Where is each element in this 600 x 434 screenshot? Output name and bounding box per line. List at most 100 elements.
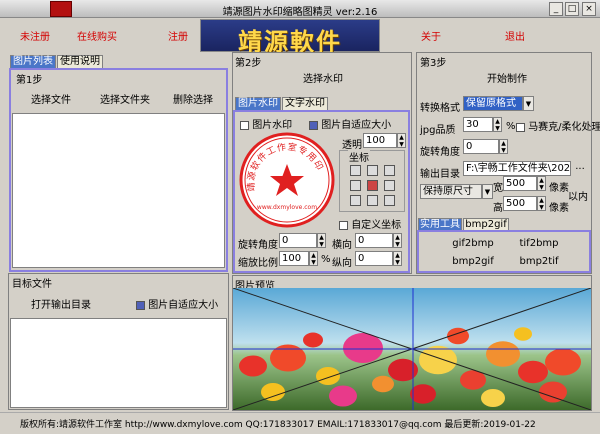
- title-bar: 靖源图片水印缩略图精灵 ver:2.16 _ □ ×: [0, 0, 600, 18]
- position-bottom-left[interactable]: [350, 195, 361, 206]
- menu-unregistered[interactable]: 未注册: [0, 28, 70, 44]
- target-panel: 目标文件 打开输出目录 图片自适应大小: [8, 273, 229, 410]
- position-bottom-center[interactable]: [367, 195, 378, 206]
- jpg-quality-spinner[interactable]: ▲ ▼: [493, 117, 502, 132]
- width-spinner[interactable]: ▲ ▼: [537, 176, 546, 191]
- format-select[interactable]: 保留原格式: [463, 96, 523, 111]
- transparency-spinner[interactable]: ▲ ▼: [397, 133, 406, 148]
- step1-label: 第1步: [16, 75, 43, 86]
- unchecked-icon: [516, 122, 525, 132]
- menu-about[interactable]: 关于: [396, 28, 466, 44]
- window-title: 靖源图片水印缩略图精灵 ver:2.16: [222, 7, 378, 18]
- wm-auto-fit-label: 图片自适应大小: [321, 120, 392, 131]
- custom-coords-checkbox[interactable]: 自定义坐标: [339, 216, 401, 231]
- open-output-folder-button[interactable]: 打开输出目录: [27, 296, 95, 311]
- preview-image[interactable]: [233, 288, 591, 410]
- delete-selection-button[interactable]: 删除选择: [163, 91, 223, 106]
- format-dropdown-icon[interactable]: ▼: [523, 96, 534, 111]
- rotate-spinner[interactable]: ▲ ▼: [499, 139, 508, 154]
- select-folder-button[interactable]: 选择文件夹: [89, 91, 161, 106]
- rotation-spinner[interactable]: ▲ ▼: [317, 233, 326, 248]
- tab-image-list[interactable]: 图片列表: [10, 55, 56, 68]
- target-file-list[interactable]: [10, 318, 227, 408]
- browse-button[interactable]: ...: [572, 161, 588, 176]
- tulip-icon: [481, 389, 505, 407]
- size-mode-dropdown-icon[interactable]: ▼: [482, 184, 493, 199]
- rotate-input[interactable]: 0: [463, 139, 499, 154]
- tif2bmp-button[interactable]: tif2bmp: [509, 238, 569, 249]
- position-center[interactable]: [367, 180, 378, 191]
- jpg-quality-input[interactable]: 30: [463, 117, 493, 132]
- height-input[interactable]: 500: [503, 196, 537, 211]
- size-mode-select[interactable]: 保持原尺寸: [420, 184, 482, 199]
- vertical-spinner[interactable]: ▲ ▼: [393, 251, 402, 266]
- utilities-panel: gif2bmp tif2bmp bmp2gif bmp2tif: [417, 230, 591, 273]
- rotation-label: 旋转角度: [238, 240, 278, 251]
- scale-input[interactable]: 100: [279, 251, 309, 266]
- brand-banner: 靖源軟件: [200, 19, 380, 56]
- horizontal-label: 横向: [332, 240, 352, 251]
- image-watermark-label: 图片水印: [252, 120, 293, 131]
- wm-auto-fit-checkbox[interactable]: 图片自适应大小: [309, 116, 391, 131]
- height-unit: 像素: [549, 203, 569, 214]
- tab-instructions[interactable]: 使用说明: [57, 55, 103, 68]
- gif2bmp-button[interactable]: gif2bmp: [443, 238, 503, 249]
- scale-label: 缩放比例: [238, 258, 278, 269]
- tulip-icon: [316, 367, 340, 385]
- horizontal-input[interactable]: 0: [355, 233, 393, 248]
- width-unit: 像素: [549, 183, 569, 194]
- vertical-label: 纵向: [332, 258, 352, 269]
- tulip-icon: [545, 348, 581, 376]
- position-top-center[interactable]: [367, 165, 378, 176]
- transparency-input[interactable]: 100: [363, 133, 397, 148]
- height-spinner[interactable]: ▲ ▼: [537, 196, 546, 211]
- minimize-icon[interactable]: _: [549, 2, 563, 16]
- position-middle-right[interactable]: [384, 180, 395, 191]
- tulip-icon: [419, 345, 457, 375]
- image-file-list[interactable]: [12, 113, 225, 268]
- step2-label: 第2步: [235, 58, 262, 69]
- vertical-input[interactable]: 0: [355, 251, 393, 266]
- target-auto-fit-checkbox[interactable]: 图片自适应大小: [136, 296, 218, 311]
- position-top-right[interactable]: [384, 165, 395, 176]
- select-watermark-button[interactable]: 选择水印: [288, 70, 358, 85]
- tulip-icon: [410, 384, 436, 404]
- tulip-icon: [518, 360, 548, 384]
- width-input[interactable]: 500: [503, 176, 537, 191]
- select-file-button[interactable]: 选择文件: [19, 91, 83, 106]
- rotate-label: 旋转角度: [420, 147, 460, 158]
- bmp2tif-button[interactable]: bmp2tif: [509, 256, 569, 267]
- format-label: 转换格式: [420, 103, 460, 114]
- target-auto-fit-label: 图片自适应大小: [148, 300, 219, 311]
- horizontal-spinner[interactable]: ▲ ▼: [393, 233, 402, 248]
- checked-icon: [309, 120, 318, 130]
- unchecked-icon: [240, 120, 249, 130]
- maximize-icon[interactable]: □: [565, 2, 579, 16]
- preview-panel: 图片预览: [232, 275, 592, 411]
- position-bottom-right[interactable]: [384, 195, 395, 206]
- output-dir-input[interactable]: F:\宇畅工作文件夹\202: [463, 161, 571, 176]
- menu-buy-online[interactable]: 在线购买: [62, 28, 132, 44]
- jpg-quality-label: jpg品质: [420, 125, 456, 136]
- jpg-quality-unit: %: [506, 121, 516, 132]
- position-top-left[interactable]: [350, 165, 361, 176]
- tulip-icon: [486, 341, 520, 367]
- start-button[interactable]: 开始制作: [472, 70, 542, 85]
- tulip-icon: [261, 383, 285, 401]
- bmp2gif-button[interactable]: bmp2gif: [443, 256, 503, 267]
- menu-exit[interactable]: 退出: [480, 28, 550, 44]
- within-label: 以内: [568, 192, 588, 203]
- rotation-input[interactable]: 0: [279, 233, 317, 248]
- mosaic-checkbox[interactable]: 马赛克/柔化处理: [516, 118, 600, 133]
- scale-spinner[interactable]: ▲ ▼: [309, 251, 318, 266]
- image-watermark-checkbox[interactable]: 图片水印: [240, 116, 292, 131]
- close-icon[interactable]: ×: [582, 2, 596, 16]
- custom-coords-label: 自定义坐标: [351, 220, 402, 231]
- position-middle-left[interactable]: [350, 180, 361, 191]
- tab-text-watermark[interactable]: 文字水印: [282, 97, 328, 110]
- stamp-bottom-text: www.dxmylove.com: [257, 204, 317, 211]
- copyright-text: 版权所有:靖源软件工作室 http://www.dxmylove.com QQ:…: [20, 420, 536, 430]
- tab-image-watermark[interactable]: 图片水印: [235, 97, 281, 110]
- status-bar: 版权所有:靖源软件工作室 http://www.dxmylove.com QQ:…: [0, 412, 600, 434]
- tulip-icon: [303, 332, 323, 348]
